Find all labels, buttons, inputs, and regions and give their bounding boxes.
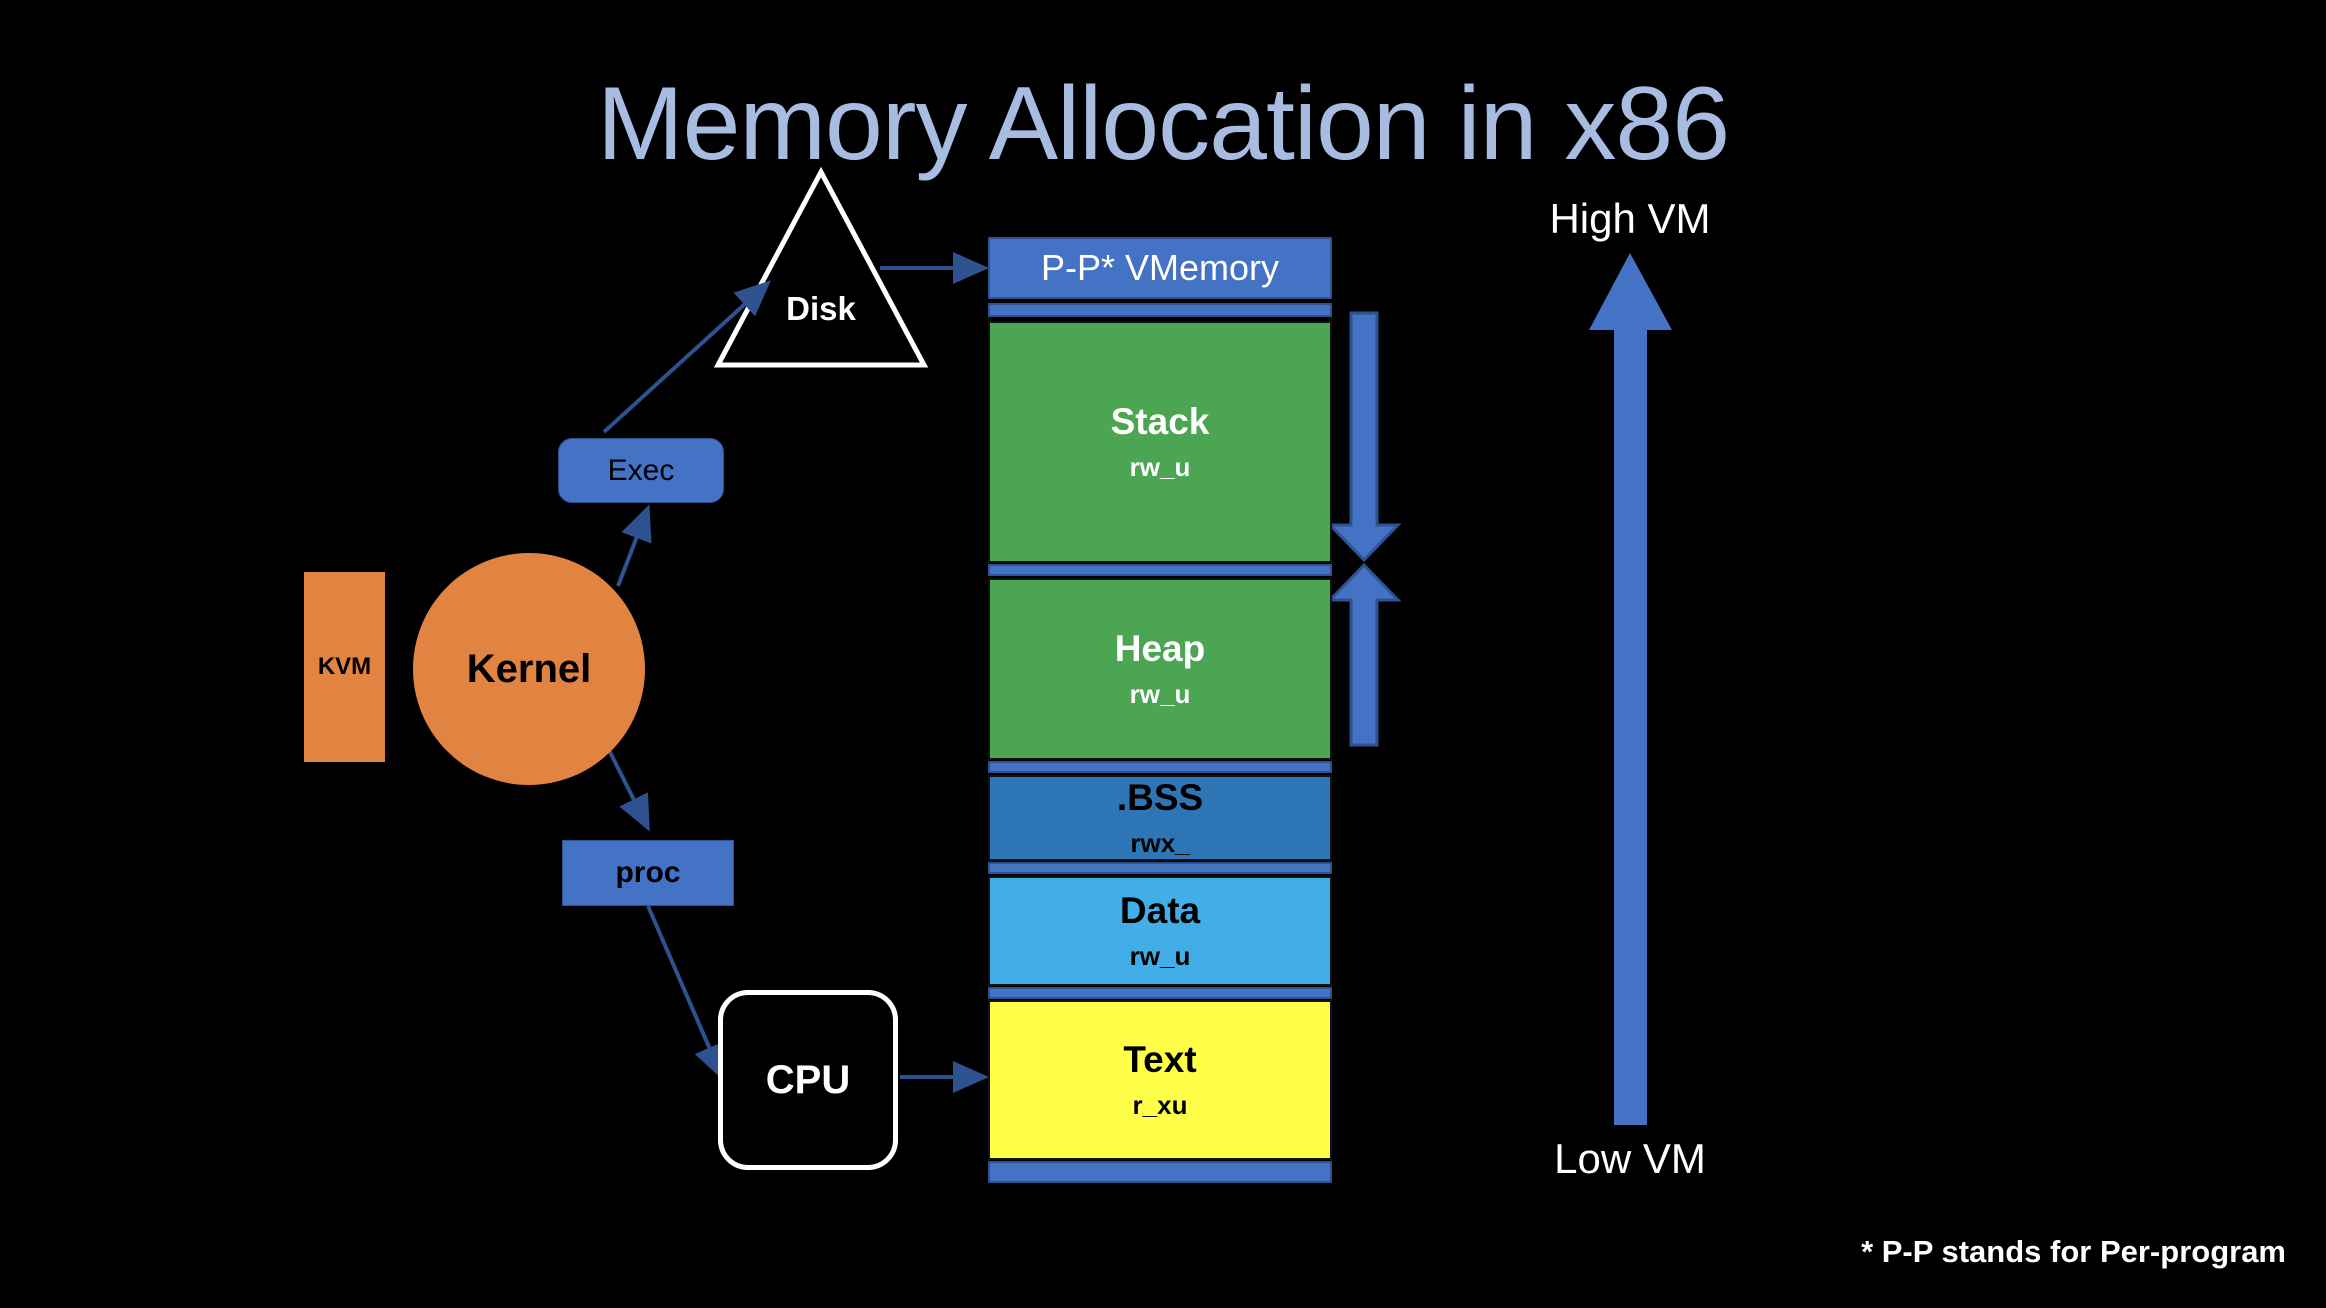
exec-node[interactable]: Exec [558,438,724,503]
arrow-proc-to-cpu [646,905,724,1081]
segment-permissions: rw_u [1129,941,1191,972]
segment-name: Data [1119,890,1201,932]
arrow-kernel-to-proc [606,747,650,832]
memory-segment-stack[interactable]: Stack rw_u [988,321,1332,563]
footnote: * P-P stands for Per-program [1861,1234,2286,1269]
segment-permissions: rw_u [1129,679,1191,710]
memory-separator-band-heap-bss [988,761,1332,773]
page-title: Memory Allocation in x86 [596,66,1730,182]
segment-permissions: r_xu [1132,1090,1188,1121]
segment-name: Text [1123,1039,1197,1081]
proc-label: proc [615,856,681,889]
segment-permissions: rw_u [1129,452,1191,483]
memory-separator-band-data-text [988,987,1332,999]
high-vm-label: High VM [1549,195,1711,242]
memory-segment-data[interactable]: Data rw_u [988,876,1332,986]
vmemory-header: P-P* VMemory [988,237,1332,299]
arrow-kernel-to-exec [616,504,652,587]
cpu-node[interactable]: CPU [718,990,898,1170]
memory-separator-band-top [988,303,1332,317]
kvm-label: KVM [317,653,372,680]
cpu-label: CPU [765,1057,851,1102]
disk-label: Disk [786,290,856,327]
segment-permissions: rwx_ [1130,828,1190,859]
memory-segment-heap[interactable]: Heap rw_u [988,578,1332,760]
segment-name: .BSS [1116,777,1204,819]
memory-separator-band-stack-heap [988,564,1332,576]
kernel-label: Kernel [466,646,592,691]
segment-name: Stack [1110,401,1210,443]
proc-node[interactable]: proc [562,840,734,906]
memory-separator-band-bottom [988,1161,1332,1183]
slide-canvas: Memory Allocation in x86 P-P* VMemory St… [0,0,2326,1308]
exec-label: Exec [607,453,675,487]
kernel-node[interactable]: Kernel [413,553,645,785]
memory-segment-bss[interactable]: .BSS rwx_ [988,775,1332,861]
low-vm-label: Low VM [1554,1135,1706,1182]
kvm-node[interactable]: KVM [304,572,385,762]
memory-segment-text[interactable]: Text r_xu [988,1000,1332,1160]
stack-growth-arrow-down [1326,311,1402,563]
memory-separator-band-bss-data [988,862,1332,874]
segment-name: Heap [1114,628,1206,670]
heap-growth-arrow-up [1326,562,1402,747]
vm-axis-arrow-up [1589,253,1672,1125]
disk-triangle [713,166,929,368]
